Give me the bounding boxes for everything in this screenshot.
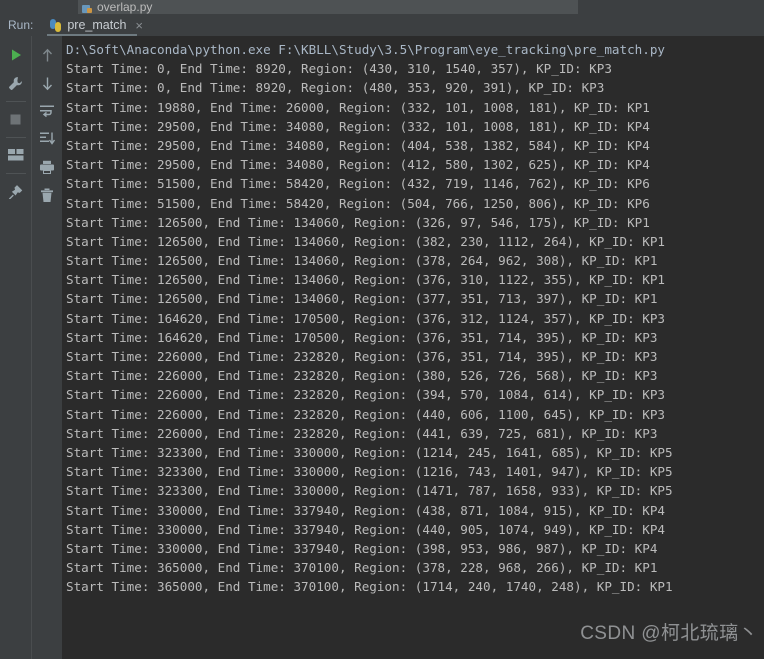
console-line: Start Time: 29500, End Time: 34080, Regi… [66,137,650,153]
console-line: Start Time: 226000, End Time: 232820, Re… [66,425,658,441]
python-icon [49,18,62,32]
edit-configurations-button[interactable] [3,70,29,96]
console-line: Start Time: 330000, End Time: 337940, Re… [66,540,658,556]
console-output[interactable]: D:\Soft\Anaconda\python.exe F:\KBLL\Stud… [62,36,764,659]
console-line: Start Time: 126500, End Time: 134060, Re… [66,253,658,269]
print-button[interactable] [34,154,60,180]
console-line: Start Time: 126500, End Time: 134060, Re… [66,233,665,249]
pin-tab-button[interactable] [3,178,29,204]
pycharm-run-window: overlap.py Run: pre_match × D:\Soft\Anac… [0,0,764,659]
console-line: Start Time: 0, End Time: 8920, Region: (… [66,61,612,77]
run-tool-window-header: Run: pre_match × [0,14,764,36]
console-line: Start Time: 19880, End Time: 26000, Regi… [66,99,650,115]
next-occurrence-button[interactable] [34,70,60,96]
run-label: Run: [8,18,34,32]
console-command-line: D:\Soft\Anaconda\python.exe F:\KBLL\Stud… [66,42,665,57]
console-line: Start Time: 51500, End Time: 58420, Regi… [66,195,650,211]
console-line: Start Time: 29500, End Time: 34080, Regi… [66,118,650,134]
toolbar-separator [5,173,26,174]
console-line: Start Time: 226000, End Time: 232820, Re… [66,368,658,384]
console-line: Start Time: 164620, End Time: 170500, Re… [66,310,665,326]
run-toolbar-primary [0,36,31,659]
console-line: Start Time: 51500, End Time: 58420, Regi… [66,176,650,192]
console-line: Start Time: 323300, End Time: 330000, Re… [66,464,673,480]
close-icon[interactable]: × [135,19,143,32]
toolbar-separator [5,137,26,138]
console-line: Start Time: 365000, End Time: 370100, Re… [66,579,673,595]
rerun-button[interactable] [3,42,29,68]
previous-occurrence-button[interactable] [34,42,60,68]
console-line: Start Time: 226000, End Time: 232820, Re… [66,406,665,422]
console-line: Start Time: 365000, End Time: 370100, Re… [66,560,658,576]
python-file-icon [82,3,93,14]
run-tab-label: pre_match [67,18,127,32]
console-line: Start Time: 164620, End Time: 170500, Re… [66,329,658,345]
console-line: Start Time: 126500, End Time: 134060, Re… [66,214,650,230]
console-line: Start Time: 323300, End Time: 330000, Re… [66,483,673,499]
toolbar-separator [5,101,26,102]
soft-wrap-button[interactable] [34,98,60,124]
console-line: Start Time: 330000, End Time: 337940, Re… [66,502,665,518]
console-line: Start Time: 0, End Time: 8920, Region: (… [66,80,605,96]
clear-all-button[interactable] [34,182,60,208]
run-toolbar [0,36,62,659]
console-line: Start Time: 126500, End Time: 134060, Re… [66,291,658,307]
editor-tab-label: overlap.py [97,0,153,14]
scroll-to-end-button[interactable] [34,126,60,152]
stop-button[interactable] [3,106,29,132]
console-line: Start Time: 226000, End Time: 232820, Re… [66,387,665,403]
run-toolbar-secondary [31,36,62,659]
console-line: Start Time: 126500, End Time: 134060, Re… [66,272,665,288]
editor-tab-strip: overlap.py [0,0,764,14]
console-line: Start Time: 323300, End Time: 330000, Re… [66,444,673,460]
run-tab-pre-match[interactable]: pre_match × [47,14,145,36]
console-lines: D:\Soft\Anaconda\python.exe F:\KBLL\Stud… [62,36,764,596]
editor-tab-overlap[interactable]: overlap.py [78,0,578,14]
console-line: Start Time: 29500, End Time: 34080, Regi… [66,157,650,173]
layout-button[interactable] [3,142,29,168]
console-line: Start Time: 226000, End Time: 232820, Re… [66,349,658,364]
console-line: Start Time: 330000, End Time: 337940, Re… [66,521,665,537]
